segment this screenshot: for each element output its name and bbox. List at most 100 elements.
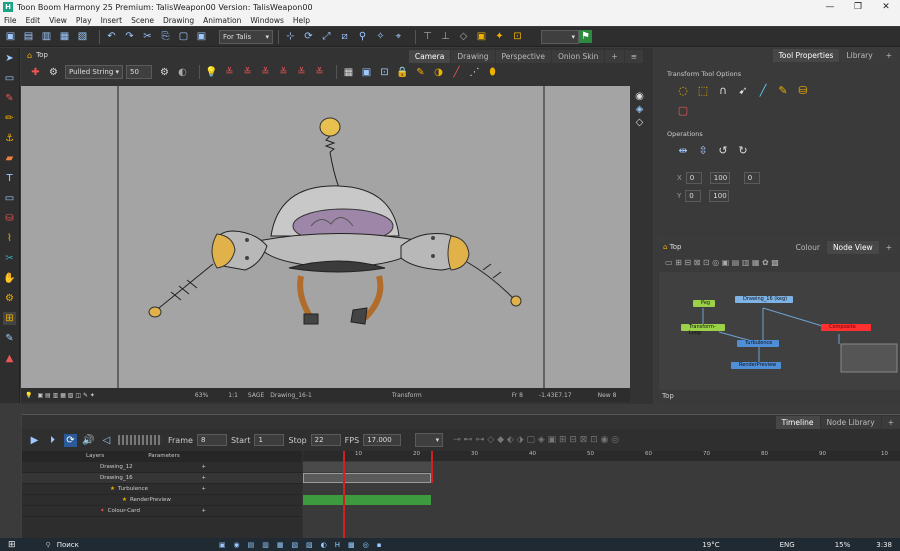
text-icon[interactable]: T xyxy=(3,172,16,185)
light-table-icon[interactable]: 💡 xyxy=(205,66,218,79)
tab-camera[interactable]: Camera xyxy=(408,50,451,63)
export-icon[interactable]: ▧ xyxy=(76,30,89,43)
flip-vertical-icon[interactable]: ⇳ xyxy=(695,142,711,158)
paste-icon[interactable]: ▢ xyxy=(177,30,190,43)
fps-field[interactable]: 17.000 xyxy=(363,434,402,446)
settings-icon[interactable]: ⚙ xyxy=(47,66,60,79)
menu-insert[interactable]: Insert xyxy=(101,16,123,25)
grid-icon[interactable]: ▦ xyxy=(342,66,355,79)
tab-timeline[interactable]: Timeline xyxy=(775,415,820,429)
menu-play[interactable]: Play xyxy=(76,16,92,25)
frame-field[interactable]: 8 xyxy=(196,434,227,446)
layer-row[interactable]: Drawing_16 + xyxy=(22,473,302,484)
tab-colour[interactable]: Colour xyxy=(789,240,826,254)
loop-icon[interactable]: ⟳ xyxy=(64,433,77,447)
key-icon[interactable]: ◇ xyxy=(457,30,470,43)
layer-row[interactable]: ★ RenderPreview xyxy=(22,495,302,506)
marquee-icon[interactable]: ⬚ xyxy=(695,82,711,98)
sound-scrub-icon[interactable]: ◁ xyxy=(100,434,113,447)
tab-node-library[interactable]: Node Library xyxy=(820,415,881,429)
home-icon[interactable]: ⌂ xyxy=(27,51,32,60)
transform-icon[interactable]: ⊹ xyxy=(284,30,297,43)
menu-animation[interactable]: Animation xyxy=(203,16,241,25)
scene-select[interactable]: For Talis ▾ xyxy=(219,29,273,44)
menu-windows[interactable]: Windows xyxy=(250,16,283,25)
node-drawing[interactable]: Drawing_16 (keg) xyxy=(735,296,793,303)
layer-row[interactable]: ✦ Colour-Card + xyxy=(22,506,302,517)
onion-icon-1[interactable]: ≚ xyxy=(223,66,236,79)
timeline-dropdown[interactable]: ▾ xyxy=(415,433,444,447)
reset-icon[interactable]: ▢ xyxy=(675,102,691,118)
cursor-icon[interactable]: ➹ xyxy=(735,82,751,98)
height-field[interactable]: 100 xyxy=(709,190,730,202)
layer-row[interactable]: ★ Turbulence + xyxy=(22,484,302,495)
taskbar-app-icons[interactable]: ▣◉▤▥▦▧▨◐H▩◎▪ xyxy=(219,541,390,549)
close-button[interactable]: ✕ xyxy=(872,2,900,12)
add-tab-button[interactable]: + xyxy=(881,415,900,429)
node-composite[interactable]: Composite xyxy=(821,324,871,331)
minimize-button[interactable]: — xyxy=(816,2,844,12)
lasso-icon[interactable]: ◌ xyxy=(675,82,691,98)
menu-file[interactable]: File xyxy=(4,16,17,25)
add-tab-button[interactable]: + xyxy=(879,240,898,254)
save-icon[interactable]: ▥ xyxy=(40,30,53,43)
undo-icon[interactable]: ↶ xyxy=(105,30,118,43)
onion-icon-3[interactable]: ≚ xyxy=(259,66,272,79)
x-field[interactable]: 0 xyxy=(685,172,702,184)
redo-icon[interactable]: ↷ xyxy=(123,30,136,43)
exposure-drawing12[interactable] xyxy=(303,462,431,472)
exposure-frames[interactable]: 10 20 30 40 50 60 70 80 90 10 xyxy=(303,451,900,539)
maximize-button[interactable]: ❐ xyxy=(844,2,872,12)
zoom-level[interactable]: 63% xyxy=(195,392,208,399)
import-icon[interactable]: ▦ xyxy=(58,30,71,43)
sound-icon[interactable]: 🔊 xyxy=(82,434,95,447)
playhead[interactable] xyxy=(343,451,345,539)
shade-icon[interactable]: ◑ xyxy=(432,66,445,79)
angle-field[interactable]: 0 xyxy=(743,172,760,184)
y-field[interactable]: 0 xyxy=(685,190,702,202)
delete-icon[interactable]: ▣ xyxy=(195,30,208,43)
paint-icon[interactable]: ⛁ xyxy=(795,82,811,98)
tab-perspective[interactable]: Perspective xyxy=(495,50,551,63)
pencil-icon[interactable]: ✏ xyxy=(3,112,16,125)
magnet-icon[interactable]: ∩ xyxy=(715,82,731,98)
add-icon[interactable]: + xyxy=(201,486,206,492)
eye-icon[interactable]: ◉ xyxy=(633,90,646,103)
onion-skin-icon[interactable]: ◇ xyxy=(633,116,646,129)
pen-icon[interactable]: ✎ xyxy=(775,82,791,98)
rotate-icon[interactable]: ⟳ xyxy=(302,30,315,43)
stop-field[interactable]: 22 xyxy=(310,434,341,446)
skew-icon[interactable]: ⧄ xyxy=(338,30,351,43)
brush-icon[interactable]: ✎ xyxy=(3,92,16,105)
copy-icon[interactable]: ⎘ xyxy=(159,30,172,43)
menu-view[interactable]: View xyxy=(49,16,67,25)
menu-scene[interactable]: Scene xyxy=(131,16,154,25)
add-icon[interactable]: + xyxy=(201,508,206,514)
add-icon[interactable]: + xyxy=(201,464,206,470)
tab-drawing[interactable]: Drawing xyxy=(451,50,495,63)
size-field[interactable]: 50 xyxy=(126,65,152,79)
cutter-icon[interactable]: ✂ xyxy=(3,252,16,265)
node-search[interactable]: Top xyxy=(659,392,895,402)
brush-preset-icon[interactable]: ✚ xyxy=(29,66,42,79)
snap-icon[interactable]: ⊡ xyxy=(511,30,524,43)
taskbar-search[interactable]: Поиск xyxy=(57,541,79,549)
pivot-icon[interactable]: ✦ xyxy=(493,30,506,43)
width-field[interactable]: 100 xyxy=(709,172,730,184)
zoom-icon[interactable]: ⚙ xyxy=(3,292,16,305)
tab-library[interactable]: Library xyxy=(840,48,879,62)
stroke-icon[interactable]: ▲ xyxy=(3,352,16,365)
cut-icon[interactable]: ✂ xyxy=(141,30,154,43)
scale-icon[interactable]: ⤢ xyxy=(320,30,333,43)
gear-icon[interactable]: ⚙ xyxy=(158,66,171,79)
key-tool-icons[interactable]: ⊸ ⊷ ⊶ ◇ ◆ ⬖ ⬗ ▢ ◈ ▣ ⊞ ⊟ ⊠ ⊡ ◉ ◎ xyxy=(453,435,619,445)
node-tool-icons[interactable]: ▭ ⊞ ⊟ ⊠ ⊡ ◎ ▣ ▤ ▥ ▦ ✿ ▩ xyxy=(665,258,779,267)
language-label[interactable]: ENG xyxy=(780,541,795,549)
contour-editor-icon[interactable]: ▭ xyxy=(3,72,16,85)
ik-icon[interactable]: ⚲ xyxy=(356,30,369,43)
dotted-line-icon[interactable]: ⋰ xyxy=(468,66,481,79)
drawing-canvas[interactable] xyxy=(21,86,630,388)
zoom-ratio[interactable]: 1:1 xyxy=(228,392,238,399)
onion-icon-4[interactable]: ≚ xyxy=(277,66,290,79)
stop-marker[interactable] xyxy=(431,451,433,483)
